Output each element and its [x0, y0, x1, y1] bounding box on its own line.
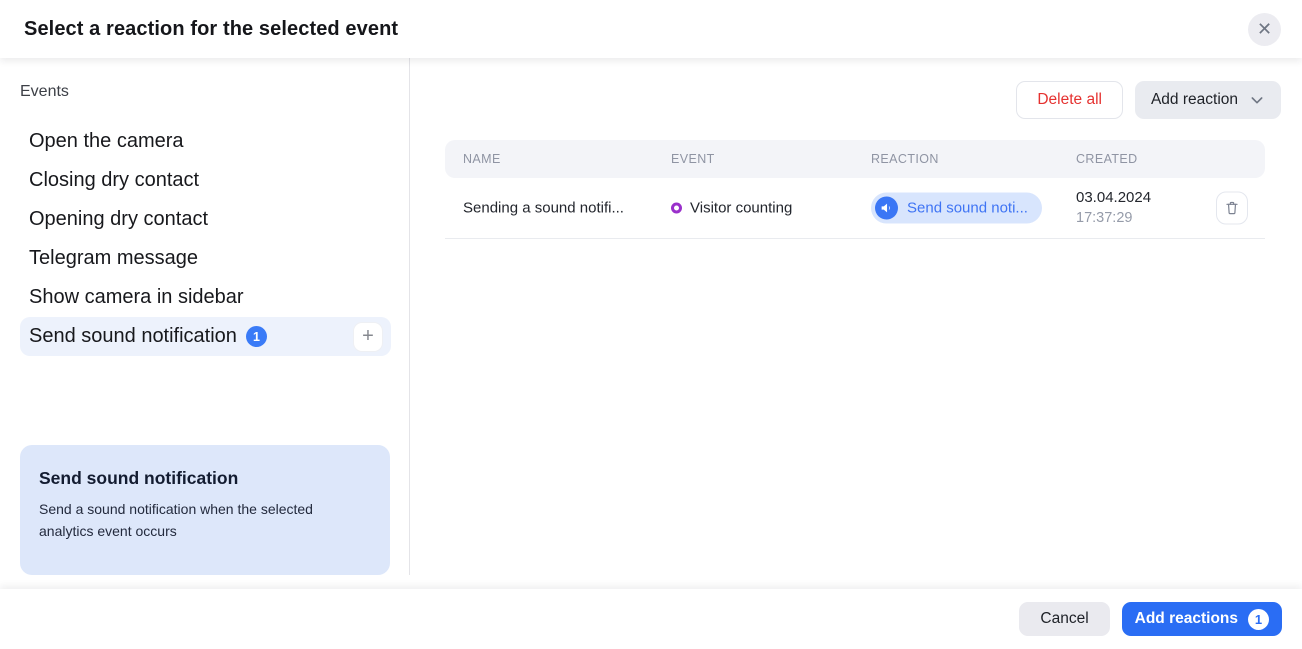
event-item-label: Open the camera — [29, 130, 184, 153]
reactions-table: NAME EVENT REACTION CREATED Sending a so… — [445, 140, 1265, 239]
delete-row-button[interactable] — [1216, 192, 1248, 225]
modal-footer: Cancel Add reactions 1 — [0, 589, 1302, 649]
chevron-down-icon — [1249, 92, 1265, 108]
event-item-label: Send sound notification — [29, 325, 237, 348]
column-header-name: NAME — [463, 152, 501, 166]
reaction-type-cell: Send sound noti... — [871, 193, 1042, 224]
delete-all-button[interactable]: Delete all — [1016, 81, 1123, 119]
event-item-open-the-camera[interactable]: Open the camera — [20, 122, 391, 161]
reaction-created-cell: 03.04.2024 17:37:29 — [1076, 187, 1151, 229]
plus-icon: + — [362, 325, 374, 348]
event-item-label: Closing dry contact — [29, 169, 199, 192]
column-header-created: CREATED — [1076, 152, 1138, 166]
event-list: Open the camera Closing dry contact Open… — [20, 122, 391, 356]
reaction-label: Send sound noti... — [907, 200, 1028, 217]
modal-content: Events Open the camera Closing dry conta… — [0, 58, 1302, 589]
info-card-description: Send a sound notification when the selec… — [39, 499, 361, 543]
event-item-closing-dry-contact[interactable]: Closing dry contact — [20, 161, 391, 200]
reaction-name-cell: Sending a sound notifi... — [463, 200, 624, 217]
add-event-reaction-button[interactable]: + — [353, 322, 383, 352]
add-reactions-button[interactable]: Add reactions 1 — [1122, 602, 1282, 636]
reaction-badge: Send sound noti... — [871, 193, 1042, 224]
sound-icon — [875, 197, 898, 220]
reactions-panel: Delete all Add reaction NAME EVENT REACT… — [411, 58, 1302, 589]
events-heading: Events — [20, 83, 409, 101]
created-date: 03.04.2024 — [1076, 187, 1151, 208]
info-card-title: Send sound notification — [39, 468, 371, 489]
event-item-opening-dry-contact[interactable]: Opening dry contact — [20, 200, 391, 239]
reaction-modal: Select a reaction for the selected event… — [0, 0, 1302, 649]
modal-title: Select a reaction for the selected event — [24, 18, 398, 41]
close-button[interactable]: ✕ — [1248, 13, 1281, 46]
add-reactions-label: Add reactions — [1135, 610, 1238, 628]
event-item-send-sound-notification[interactable]: Send sound notification 1 + — [20, 317, 391, 356]
close-icon: ✕ — [1257, 20, 1272, 38]
table-row: Sending a sound notifi... Visitor counti… — [445, 178, 1265, 239]
events-sidebar: Events Open the camera Closing dry conta… — [0, 58, 410, 575]
table-header: NAME EVENT REACTION CREATED — [445, 140, 1265, 178]
event-item-label: Show camera in sidebar — [29, 286, 244, 309]
add-reaction-dropdown-button[interactable]: Add reaction — [1135, 81, 1281, 119]
column-header-event: EVENT — [671, 152, 715, 166]
event-item-show-camera-in-sidebar[interactable]: Show camera in sidebar — [20, 278, 391, 317]
trash-icon — [1224, 200, 1240, 217]
reactions-toolbar: Delete all Add reaction — [1016, 81, 1281, 119]
event-item-telegram-message[interactable]: Telegram message — [20, 239, 391, 278]
event-item-label: Opening dry contact — [29, 208, 208, 231]
event-info-card: Send sound notification Send a sound not… — [20, 445, 390, 575]
event-item-label: Telegram message — [29, 247, 198, 270]
selected-count-badge: 1 — [246, 326, 267, 347]
event-name: Visitor counting — [690, 200, 792, 217]
created-time: 17:37:29 — [1076, 208, 1151, 229]
column-header-reaction: REACTION — [871, 152, 939, 166]
add-reaction-label: Add reaction — [1151, 91, 1238, 109]
add-reactions-count-badge: 1 — [1248, 609, 1269, 630]
modal-header: Select a reaction for the selected event… — [0, 0, 1302, 58]
reaction-event-cell: Visitor counting — [671, 200, 792, 217]
cancel-button[interactable]: Cancel — [1019, 602, 1109, 636]
event-ring-icon — [671, 203, 682, 214]
